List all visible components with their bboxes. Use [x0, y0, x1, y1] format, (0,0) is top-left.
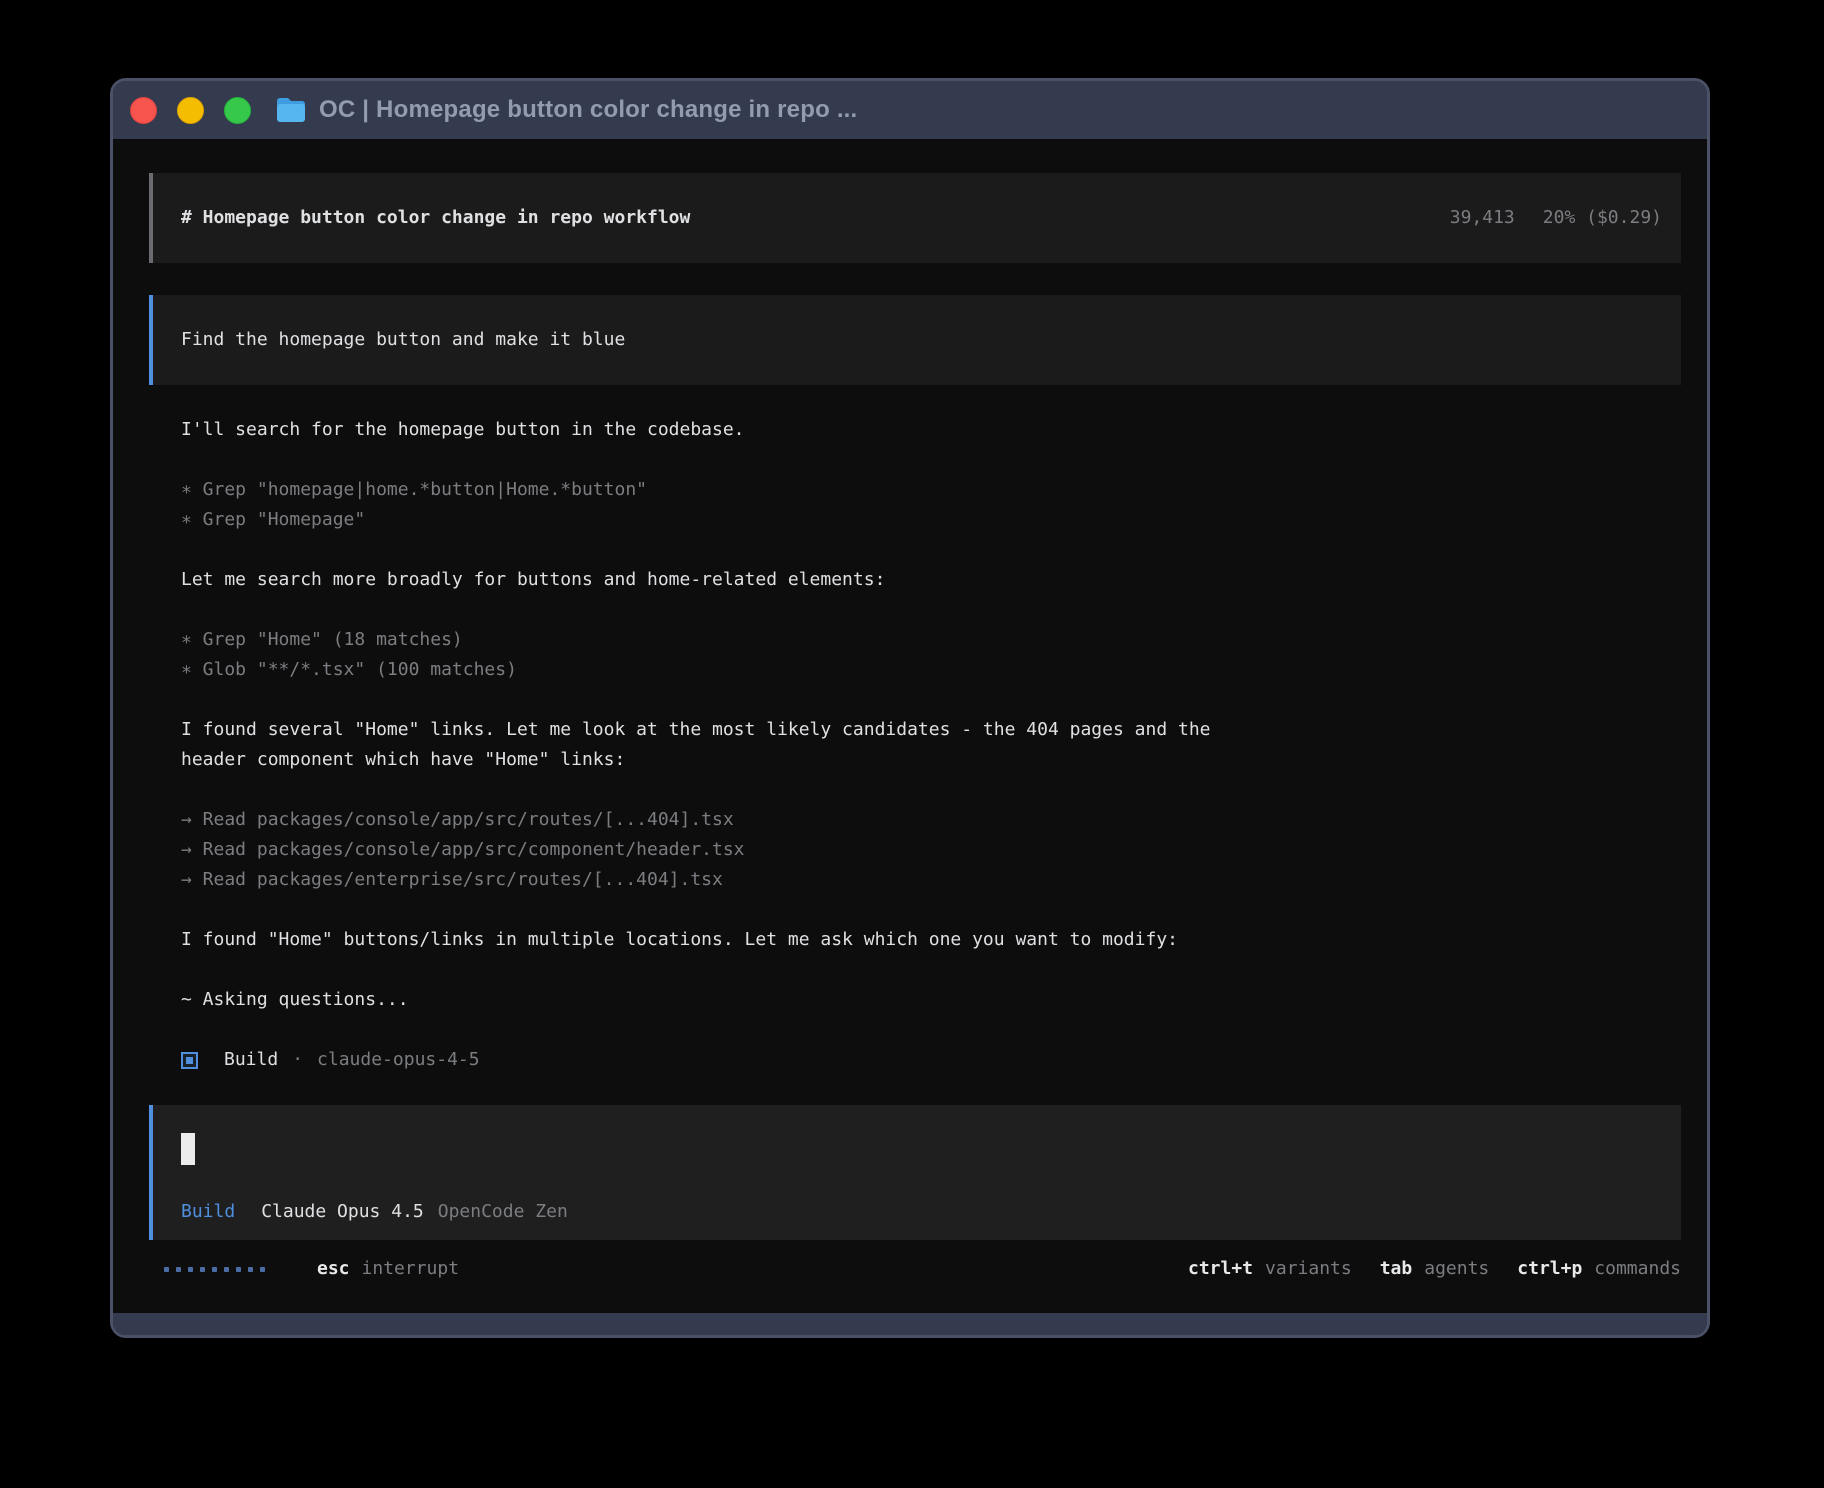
- tool-call-grep: ∗ Grep "homepage|home.*button|Home.*butt…: [181, 475, 1681, 505]
- esc-key-hint: esc: [317, 1254, 350, 1284]
- agent-name: Build: [224, 1045, 278, 1075]
- esc-key-label: interrupt: [362, 1254, 460, 1284]
- assistant-status-text: ~ Asking questions...: [181, 985, 1681, 1015]
- assistant-text: I found "Home" buttons/links in multiple…: [181, 925, 1681, 955]
- user-message-text: Find the homepage button and make it blu…: [181, 325, 625, 355]
- model-name: Claude Opus 4.5: [261, 1197, 424, 1227]
- tool-call-read: → Read packages/console/app/src/routes/[…: [181, 805, 1681, 835]
- status-bar: esc interrupt ctrl+t variants tab agents…: [149, 1254, 1681, 1284]
- agent-square-icon: [181, 1052, 198, 1069]
- tool-call-grep: ∗ Grep "Home" (18 matches): [181, 625, 1681, 655]
- assistant-transcript: I'll search for the homepage button in t…: [149, 415, 1681, 1075]
- window-title: OC | Homepage button color change in rep…: [319, 96, 857, 124]
- folder-icon: [275, 95, 307, 125]
- agent-separator: ·: [292, 1045, 303, 1075]
- maximize-button[interactable]: [224, 97, 251, 124]
- tool-call-grep: ∗ Grep "Homepage": [181, 505, 1681, 535]
- provider-name: OpenCode Zen: [438, 1197, 568, 1227]
- shortcut-agents: tab agents: [1380, 1254, 1490, 1284]
- shortcut-commands: ctrl+p commands: [1517, 1254, 1681, 1284]
- session-stats: 39,413 20% ($0.29): [1450, 203, 1662, 233]
- window-bottom-bar: [113, 1313, 1707, 1335]
- prompt-input[interactable]: Build Claude Opus 4.5 OpenCode Zen: [149, 1105, 1681, 1240]
- session-title: # Homepage button color change in repo w…: [181, 203, 690, 233]
- assistant-text: I found several "Home" links. Let me loo…: [181, 715, 1681, 745]
- tool-call-glob: ∗ Glob "**/*.tsx" (100 matches): [181, 655, 1681, 685]
- agent-status-row: Build · claude-opus-4-5: [181, 1045, 1681, 1075]
- tool-call-read: → Read packages/console/app/src/componen…: [181, 835, 1681, 865]
- agent-mode-indicator: Build: [181, 1197, 235, 1227]
- assistant-text: Let me search more broadly for buttons a…: [181, 565, 1681, 595]
- token-count: 39,413: [1450, 203, 1515, 233]
- spinner-dots: [164, 1267, 272, 1272]
- terminal-window: OC | Homepage button color change in rep…: [110, 78, 1710, 1338]
- minimize-button[interactable]: [177, 97, 204, 124]
- assistant-text: I'll search for the homepage button in t…: [181, 415, 1681, 445]
- traffic-lights: [130, 97, 251, 124]
- assistant-text: header component which have "Home" links…: [181, 745, 1681, 775]
- text-cursor: [181, 1133, 195, 1165]
- user-message: Find the homepage button and make it blu…: [149, 295, 1681, 385]
- session-header: # Homepage button color change in repo w…: [149, 173, 1681, 263]
- terminal-content: # Homepage button color change in repo w…: [113, 139, 1707, 1313]
- context-cost: 20% ($0.29): [1543, 203, 1662, 233]
- input-footer: Build Claude Opus 4.5 OpenCode Zen: [181, 1197, 1681, 1227]
- shortcut-variants: ctrl+t variants: [1188, 1254, 1352, 1284]
- close-button[interactable]: [130, 97, 157, 124]
- window-titlebar[interactable]: OC | Homepage button color change in rep…: [113, 81, 1707, 139]
- tool-call-read: → Read packages/enterprise/src/routes/[.…: [181, 865, 1681, 895]
- agent-model: claude-opus-4-5: [317, 1045, 480, 1075]
